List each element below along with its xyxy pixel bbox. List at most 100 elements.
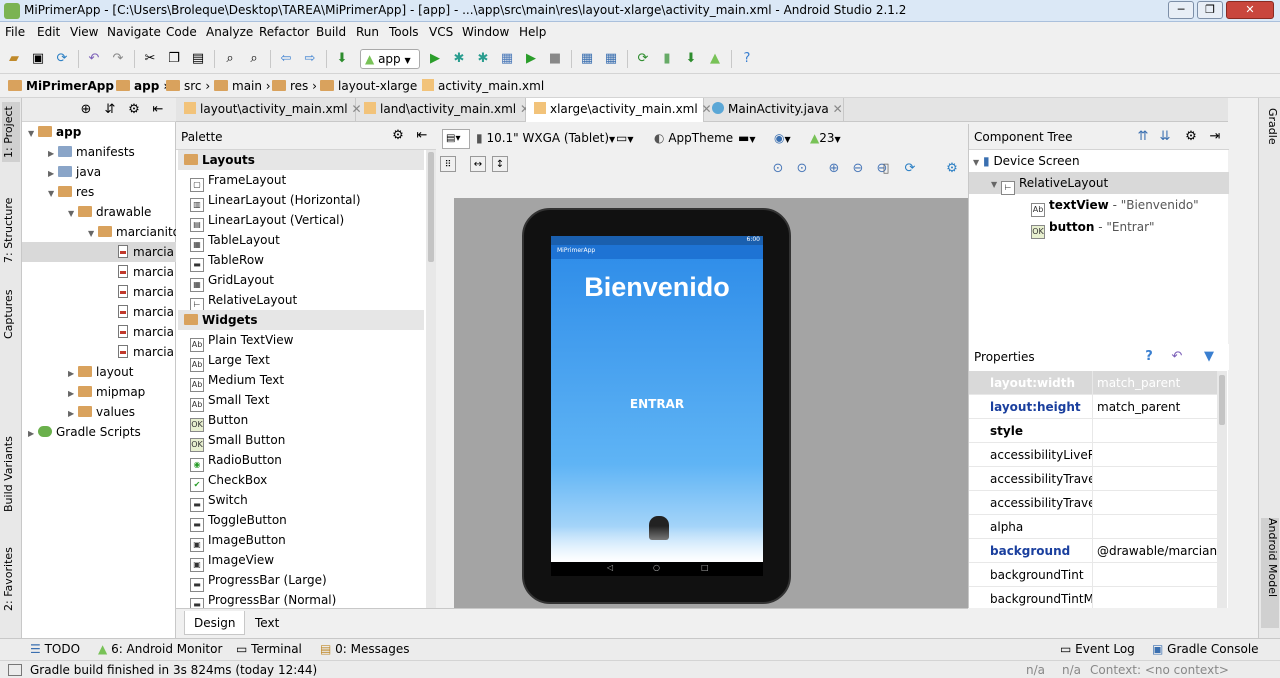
- menu-refactor[interactable]: Refactor: [259, 25, 309, 39]
- sync-scroll-icon[interactable]: ⊕: [78, 102, 94, 118]
- properties-help-icon[interactable]: ?: [1141, 349, 1157, 365]
- zoom-out-icon[interactable]: ⊖: [850, 161, 866, 177]
- palette-item[interactable]: ▦ TableLayout: [190, 230, 280, 252]
- palette-item[interactable]: Ab Plain TextView: [190, 330, 293, 352]
- restore-default-icon[interactable]: ↶: [1169, 349, 1185, 365]
- paste-icon[interactable]: ▤: [190, 51, 206, 67]
- palette-item[interactable]: ▣ ImageView: [190, 550, 274, 572]
- palette-item[interactable]: ⊢ RelativeLayout: [190, 290, 297, 312]
- structure-tool-tab[interactable]: 7: Structure: [2, 190, 20, 270]
- cut-icon[interactable]: ✂: [142, 51, 158, 67]
- tab-main-activity-java[interactable]: MainActivity.java ✕: [704, 98, 844, 122]
- breadcrumb-project[interactable]: MiPrimerApp ›: [8, 79, 123, 93]
- device-select[interactable]: ▮ 10.1" WXGA (Tablet)▼: [476, 129, 615, 149]
- collapse-all-icon[interactable]: ⇊: [1157, 129, 1173, 145]
- run-config-select[interactable]: ▲ app ▼: [360, 49, 420, 69]
- run-icon[interactable]: ▶: [427, 51, 443, 67]
- project-tree-item[interactable]: ▼ res: [22, 182, 176, 202]
- maximize-button[interactable]: ❐: [1197, 1, 1223, 19]
- device-screen[interactable]: Bienvenido ENTRAR: [551, 236, 763, 562]
- collapsed-arrow-icon[interactable]: ▶: [28, 424, 38, 444]
- menu-code[interactable]: Code: [166, 25, 197, 39]
- palette-item[interactable]: ▬ Switch: [190, 490, 248, 512]
- palette-item[interactable]: ▬ TableRow: [190, 250, 264, 272]
- project-tool-tab[interactable]: 1: Project: [2, 102, 20, 162]
- project-tree-item[interactable]: ▶ manifests: [22, 142, 176, 162]
- project-tree-item[interactable]: marcia: [22, 302, 176, 322]
- collapsed-arrow-icon[interactable]: ▶: [48, 144, 58, 164]
- menu-tools[interactable]: Tools: [389, 25, 419, 39]
- tab-layout-activity-main[interactable]: layout\activity_main.xml ✕: [176, 98, 362, 122]
- zoom-actual-icon[interactable]: ⊙: [794, 161, 810, 177]
- tree-textview[interactable]: Ab textView - "Bienvenido": [969, 194, 1229, 217]
- property-row[interactable]: background @drawable/marcianito: [969, 539, 1217, 563]
- expand-all-icon[interactable]: ⇈: [1135, 129, 1151, 145]
- toggle-grid-icon[interactable]: ⠿: [440, 156, 456, 172]
- zoom-fit-icon[interactable]: ⊙: [770, 161, 786, 177]
- project-tree-item[interactable]: ▼ drawable: [22, 202, 176, 222]
- project-tree-item[interactable]: marcia: [22, 282, 176, 302]
- tree-gear-icon[interactable]: ⚙: [1183, 129, 1199, 145]
- save-icon[interactable]: ▣: [30, 51, 46, 67]
- property-row[interactable]: accessibilityLiveRegion: [969, 443, 1217, 467]
- activity-select[interactable]: ▬▼: [738, 129, 766, 149]
- copy-icon[interactable]: ❐: [166, 51, 182, 67]
- messages-tool-button[interactable]: ▤ 0: Messages: [320, 642, 410, 656]
- collapsed-arrow-icon[interactable]: ▶: [48, 164, 58, 184]
- property-value[interactable]: match_parent: [1092, 395, 1217, 419]
- project-tree-item[interactable]: ▼ app: [22, 122, 176, 142]
- palette-item[interactable]: OK Button: [190, 410, 248, 432]
- find-icon[interactable]: ⌕: [222, 51, 238, 67]
- menu-file[interactable]: File: [5, 25, 25, 39]
- palette-item[interactable]: ▬ ToggleButton: [190, 510, 287, 532]
- profile-icon[interactable]: ▶: [523, 51, 539, 67]
- property-row[interactable]: backgroundTintMode: [969, 587, 1217, 608]
- menu-navigate[interactable]: Navigate: [107, 25, 161, 39]
- breadcrumb-src[interactable]: src ›: [166, 79, 210, 93]
- property-value[interactable]: [1092, 587, 1217, 608]
- palette-item[interactable]: OK Small Button: [190, 430, 285, 452]
- close-button[interactable]: ✕: [1226, 1, 1274, 19]
- event-log-tool-button[interactable]: ▭ Event Log: [1060, 642, 1135, 656]
- make-project-icon[interactable]: ⬇: [334, 51, 350, 67]
- forward-icon[interactable]: ⇨: [302, 51, 318, 67]
- expand-width-icon[interactable]: ↔: [470, 156, 486, 172]
- breadcrumb-file[interactable]: activity_main.xml: [422, 79, 544, 93]
- orientation-button[interactable]: ▭▼: [616, 129, 646, 149]
- property-value[interactable]: [1092, 443, 1217, 467]
- stop-icon[interactable]: ■: [547, 51, 563, 67]
- project-tree-item[interactable]: marcia: [22, 242, 176, 262]
- palette-item[interactable]: Ab Small Text: [190, 390, 269, 412]
- palette-item[interactable]: ◉ RadioButton: [190, 450, 282, 472]
- gradle-tool-tab[interactable]: Gradle: [1261, 108, 1279, 168]
- undo-icon[interactable]: ↶: [86, 51, 102, 67]
- project-tree-item[interactable]: ▶ layout: [22, 362, 176, 382]
- breadcrumb-res[interactable]: res ›: [272, 79, 317, 93]
- screenshot-icon[interactable]: ▯: [878, 161, 894, 177]
- collapsed-arrow-icon[interactable]: ▶: [68, 384, 78, 404]
- palette-item[interactable]: ▥ LinearLayout (Horizontal): [190, 190, 361, 212]
- palette-item[interactable]: ▣ ImageButton: [190, 530, 286, 552]
- property-row[interactable]: layout:height match_parent: [969, 395, 1217, 419]
- filter-icon[interactable]: ▼: [1201, 349, 1217, 365]
- captures-tool-tab[interactable]: Captures: [2, 284, 20, 344]
- terminal-tool-button[interactable]: ▭ Terminal: [236, 642, 302, 656]
- gradle-console-tool-button[interactable]: ▣ Gradle Console: [1152, 642, 1259, 656]
- palette-gear-icon[interactable]: ⚙: [390, 128, 406, 144]
- palette-item[interactable]: ▦ GridLayout: [190, 270, 274, 292]
- preview-button[interactable]: ENTRAR: [551, 397, 763, 411]
- gear-icon[interactable]: ⚙: [126, 102, 142, 118]
- palette-hide-icon[interactable]: ⇤: [414, 128, 430, 144]
- palette-item[interactable]: ▬ ProgressBar (Normal): [190, 590, 336, 612]
- property-row[interactable]: accessibilityTraversalBefore: [969, 491, 1217, 515]
- property-row[interactable]: style: [969, 419, 1217, 443]
- tab-text[interactable]: Text: [246, 611, 288, 635]
- sync-gradle-icon[interactable]: ⟳: [635, 51, 651, 67]
- avd-manager-icon[interactable]: ▮: [659, 51, 675, 67]
- menu-analyze[interactable]: Analyze: [206, 25, 253, 39]
- menu-help[interactable]: Help: [519, 25, 546, 39]
- redo-icon[interactable]: ↷: [110, 51, 126, 67]
- property-row[interactable]: backgroundTint: [969, 563, 1217, 587]
- menu-window[interactable]: Window: [462, 25, 509, 39]
- menu-edit[interactable]: Edit: [37, 25, 60, 39]
